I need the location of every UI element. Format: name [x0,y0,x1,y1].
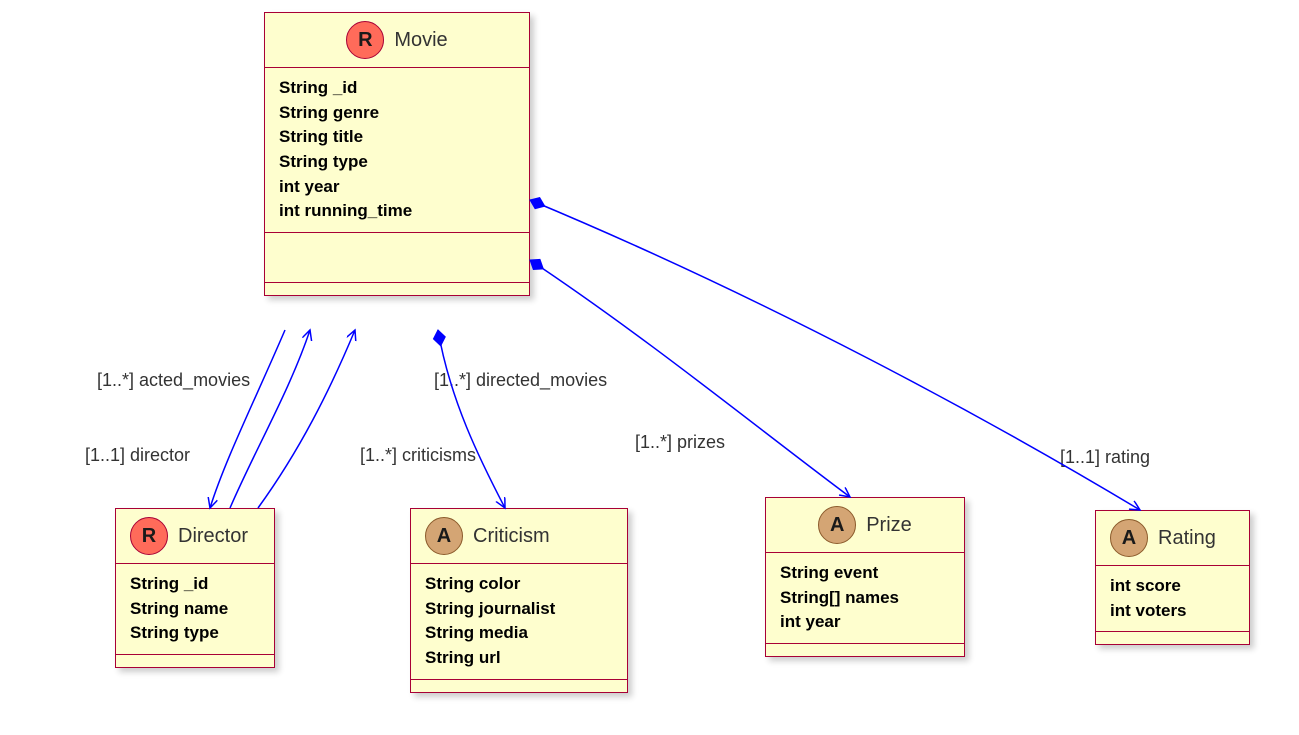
attr: String type [130,621,260,646]
class-rating-footer [1096,632,1249,644]
class-movie-name: Movie [394,29,447,52]
attr: int score [1110,574,1235,599]
class-movie-footer [265,283,529,295]
badge-a-icon: A [425,517,463,555]
class-prize-footer [766,644,964,656]
class-director: R Director String _id String name String… [115,508,275,668]
class-director-footer [116,655,274,667]
class-criticism-header: A Criticism [411,509,627,564]
class-criticism-name: Criticism [473,525,550,548]
class-prize-header: A Prize [766,498,964,553]
attr: int year [279,175,515,200]
badge-r-icon: R [346,21,384,59]
attr: String color [425,572,613,597]
class-rating-header: A Rating [1096,511,1249,566]
class-criticism-footer [411,680,627,692]
class-prize-name: Prize [866,514,912,537]
rel-prizes: [1..*] prizes [635,432,725,453]
badge-a-icon: A [1110,519,1148,557]
attr: int running_time [279,199,515,224]
attr: String media [425,621,613,646]
attr: String type [279,150,515,175]
class-criticism: A Criticism String color String journali… [410,508,628,693]
attr: String genre [279,101,515,126]
class-prize: A Prize String event String[] names int … [765,497,965,657]
badge-r-icon: R [130,517,168,555]
attr: int year [780,610,950,635]
class-movie-header: R Movie [265,13,529,68]
rel-director: [1..1] director [85,445,190,466]
class-movie-attrs: String _id String genre String title Str… [265,68,529,233]
class-movie: R Movie String _id String genre String t… [264,12,530,296]
rel-directed-movies: [1..*] directed_movies [434,370,607,391]
class-director-attrs: String _id String name String type [116,564,274,655]
class-rating-attrs: int score int voters [1096,566,1249,632]
class-rating-name: Rating [1158,527,1216,550]
badge-a-icon: A [818,506,856,544]
attr: String _id [279,76,515,101]
attr: String[] names [780,586,950,611]
class-criticism-attrs: String color String journalist String me… [411,564,627,680]
attr: String title [279,125,515,150]
attr: String event [780,561,950,586]
class-prize-attrs: String event String[] names int year [766,553,964,644]
rel-criticisms: [1..*] criticisms [360,445,476,466]
class-director-header: R Director [116,509,274,564]
class-director-name: Director [178,525,248,548]
class-movie-methods [265,233,529,283]
rel-acted-movies: [1..*] acted_movies [97,370,250,391]
class-rating: A Rating int score int voters [1095,510,1250,645]
rel-rating: [1..1] rating [1060,447,1150,468]
attr: String url [425,646,613,671]
attr: String _id [130,572,260,597]
attr: String journalist [425,597,613,622]
attr: int voters [1110,599,1235,624]
attr: String name [130,597,260,622]
